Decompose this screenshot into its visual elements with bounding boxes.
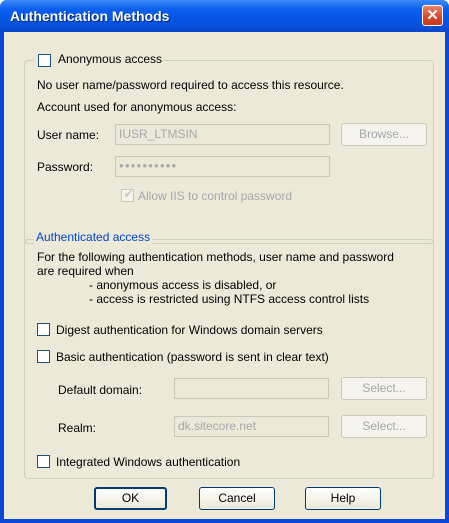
dialog-window: Authentication Methods ✕ Anonymous acces… [0, 0, 449, 523]
default-domain-label: Default domain: [58, 383, 143, 397]
default-domain-select-button[interactable]: Select... [341, 377, 427, 400]
authenticated-legend: Authenticated access [34, 230, 153, 244]
password-label: Password: [37, 160, 94, 174]
basic-auth-checkbox[interactable] [37, 350, 50, 363]
integrated-auth-label: Integrated Windows authentication [56, 455, 241, 469]
dialog-body: Anonymous access No user name/password r… [4, 32, 445, 519]
close-button[interactable]: ✕ [422, 5, 443, 26]
account-heading: Account used for anonymous access: [37, 100, 237, 114]
anonymous-legend[interactable]: Anonymous access [34, 52, 165, 68]
anonymous-access-checkbox[interactable] [38, 54, 51, 67]
basic-auth-label: Basic authentication (password is sent i… [56, 350, 329, 364]
auth-description-line2: are required when [37, 264, 134, 278]
anonymous-access-label: Anonymous access [58, 52, 163, 66]
digest-auth-label: Digest authentication for Windows domain… [56, 323, 323, 337]
cancel-button[interactable]: Cancel [199, 487, 275, 510]
auth-bullet-1: - anonymous access is disabled, or [89, 278, 277, 292]
title-bar[interactable]: Authentication Methods ✕ [0, 0, 449, 32]
ok-button[interactable]: OK [94, 487, 167, 510]
browse-button[interactable]: Browse... [341, 123, 427, 146]
auth-bullet-2: - access is restricted using NTFS access… [89, 292, 370, 306]
realm-field[interactable]: dk.sitecore.net [174, 416, 329, 437]
username-label: User name: [37, 128, 100, 142]
realm-label: Realm: [58, 421, 97, 435]
realm-select-button[interactable]: Select... [341, 415, 427, 438]
password-field[interactable]: ●●●●●●●●●● [115, 156, 330, 177]
close-icon: ✕ [426, 7, 439, 24]
allow-iis-label: Allow IIS to control password [138, 189, 293, 203]
allow-iis-checkbox[interactable]: ✔ [121, 187, 134, 202]
integrated-auth-checkbox[interactable] [37, 455, 50, 468]
window-title: Authentication Methods [10, 8, 170, 24]
checkmark-icon: ✔ [123, 187, 134, 201]
default-domain-field[interactable] [174, 378, 329, 399]
help-button[interactable]: Help [305, 487, 381, 510]
auth-description-line1: For the following authentication methods… [37, 250, 394, 264]
username-field[interactable]: IUSR_LTMSIN [115, 124, 330, 145]
digest-auth-checkbox[interactable] [37, 323, 50, 336]
anonymous-description: No user name/password required to access… [37, 78, 344, 92]
